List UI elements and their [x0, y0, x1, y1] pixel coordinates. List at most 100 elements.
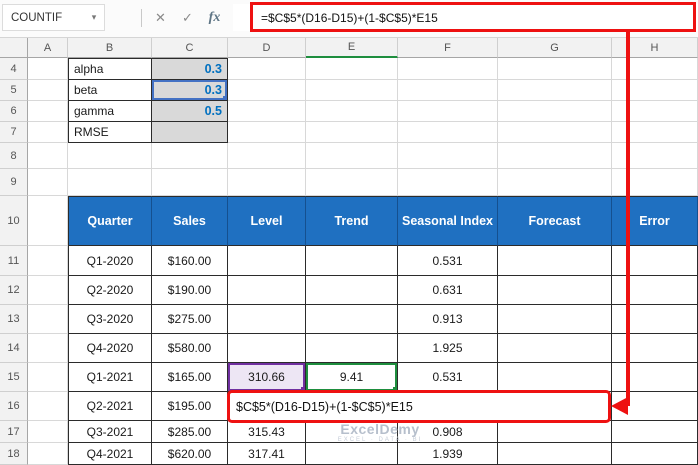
row-header-4[interactable]: 4 — [0, 58, 28, 80]
col-header-C[interactable]: C — [152, 38, 228, 58]
enter-icon[interactable]: ✓ — [174, 10, 201, 26]
cell[interactable] — [612, 169, 698, 196]
cell[interactable] — [228, 334, 306, 363]
col-header-H[interactable]: H — [612, 38, 698, 58]
row-header-17[interactable]: 17 — [0, 421, 28, 443]
cell-F14-seasonal[interactable]: 1.925 — [398, 334, 498, 363]
cell[interactable] — [498, 122, 612, 143]
cell-B11-quarter[interactable]: Q1-2020 — [68, 246, 152, 276]
cell[interactable] — [498, 334, 612, 363]
cell-F11-seasonal[interactable]: 0.531 — [398, 246, 498, 276]
cell[interactable] — [612, 143, 698, 169]
row-header-9[interactable]: 9 — [0, 169, 28, 196]
name-box-dropdown-icon[interactable]: ▾ — [84, 12, 104, 23]
cell-D17-level[interactable]: 315.43 — [228, 421, 306, 443]
col-header-E[interactable]: E — [306, 38, 398, 58]
cell-F10-seasonal-header[interactable]: Seasonal Index — [398, 196, 498, 246]
cell[interactable] — [306, 80, 398, 101]
cell[interactable] — [306, 101, 398, 122]
cell[interactable] — [612, 80, 698, 101]
cell[interactable] — [28, 421, 68, 443]
cell[interactable] — [28, 80, 68, 101]
cell[interactable] — [28, 334, 68, 363]
cell[interactable] — [228, 276, 306, 305]
cell-F15-seasonal[interactable]: 0.531 — [398, 363, 498, 392]
row-header-15[interactable]: 15 — [0, 363, 28, 392]
cell[interactable] — [612, 421, 698, 443]
cell[interactable] — [498, 169, 612, 196]
cell[interactable] — [228, 143, 306, 169]
cell[interactable] — [28, 169, 68, 196]
cell-H10-error-header[interactable]: Error — [612, 196, 698, 246]
col-header-G[interactable]: G — [498, 38, 612, 58]
cell[interactable] — [498, 80, 612, 101]
row-header-13[interactable]: 13 — [0, 305, 28, 334]
cancel-icon[interactable]: ✕ — [147, 10, 174, 26]
cell[interactable] — [228, 305, 306, 334]
row-header-12[interactable]: 12 — [0, 276, 28, 305]
cell-C6-gamma-value[interactable]: 0.5 — [152, 101, 228, 122]
cell-B15-quarter[interactable]: Q1-2021 — [68, 363, 152, 392]
cell-C12-sales[interactable]: $190.00 — [152, 276, 228, 305]
cell[interactable] — [612, 101, 698, 122]
cell-F13-seasonal[interactable]: 0.913 — [398, 305, 498, 334]
cell-B18-quarter[interactable]: Q4-2021 — [68, 443, 152, 465]
cell[interactable] — [28, 246, 68, 276]
cell[interactable] — [398, 80, 498, 101]
cell[interactable] — [306, 305, 398, 334]
cell[interactable] — [68, 143, 152, 169]
cell-B13-quarter[interactable]: Q3-2020 — [68, 305, 152, 334]
cell-D18-level[interactable]: 317.41 — [228, 443, 306, 465]
row-header-8[interactable]: 8 — [0, 143, 28, 169]
cell[interactable] — [612, 363, 698, 392]
cell-F12-seasonal[interactable]: 0.631 — [398, 276, 498, 305]
cell[interactable] — [612, 443, 698, 465]
cell[interactable] — [612, 334, 698, 363]
cell[interactable] — [612, 58, 698, 80]
cell[interactable] — [28, 305, 68, 334]
cell-E10-trend-header[interactable]: Trend — [306, 196, 398, 246]
cell[interactable] — [28, 58, 68, 80]
cell[interactable] — [306, 122, 398, 143]
row-header-16[interactable]: 16 — [0, 392, 28, 421]
cell[interactable] — [306, 169, 398, 196]
cell-C10-sales-header[interactable]: Sales — [152, 196, 228, 246]
cell-C14-sales[interactable]: $580.00 — [152, 334, 228, 363]
cell[interactable] — [306, 443, 398, 465]
cell[interactable] — [498, 363, 612, 392]
cell-D15-level[interactable]: 310.66 — [228, 363, 306, 392]
col-header-F[interactable]: F — [398, 38, 498, 58]
cell-B12-quarter[interactable]: Q2-2020 — [68, 276, 152, 305]
col-header-D[interactable]: D — [228, 38, 306, 58]
cell[interactable] — [228, 101, 306, 122]
cell[interactable] — [306, 143, 398, 169]
cell-C15-sales[interactable]: $165.00 — [152, 363, 228, 392]
cell-B7-rmse[interactable]: RMSE — [68, 122, 152, 143]
cell[interactable] — [498, 143, 612, 169]
cell-B16-quarter[interactable]: Q2-2021 — [68, 392, 152, 421]
cell[interactable] — [28, 392, 68, 421]
cell[interactable] — [498, 276, 612, 305]
cell[interactable] — [306, 58, 398, 80]
cell-B6-gamma[interactable]: gamma — [68, 101, 152, 122]
cell-C5-beta-value[interactable]: 0.3 — [152, 80, 228, 101]
cell[interactable] — [152, 143, 228, 169]
name-box[interactable]: COUNTIF ▾ — [2, 4, 105, 31]
row-header-6[interactable]: 6 — [0, 101, 28, 122]
formula-input[interactable]: =$C$5*(D16-D15)+(1-$C$5)*E15 — [233, 4, 698, 31]
cell[interactable] — [398, 101, 498, 122]
cell-F17-seasonal[interactable]: 0.908 — [398, 421, 498, 443]
cell[interactable] — [28, 196, 68, 246]
cell[interactable] — [498, 246, 612, 276]
row-header-5[interactable]: 5 — [0, 80, 28, 101]
cell[interactable] — [498, 421, 612, 443]
cell-F18-seasonal[interactable]: 1.939 — [398, 443, 498, 465]
cell[interactable] — [228, 80, 306, 101]
cell[interactable] — [398, 58, 498, 80]
col-header-B[interactable]: B — [68, 38, 152, 58]
cell-C11-sales[interactable]: $160.00 — [152, 246, 228, 276]
cell-G10-forecast-header[interactable]: Forecast — [498, 196, 612, 246]
cell[interactable] — [28, 276, 68, 305]
row-header-7[interactable]: 7 — [0, 122, 28, 143]
cell[interactable] — [398, 169, 498, 196]
